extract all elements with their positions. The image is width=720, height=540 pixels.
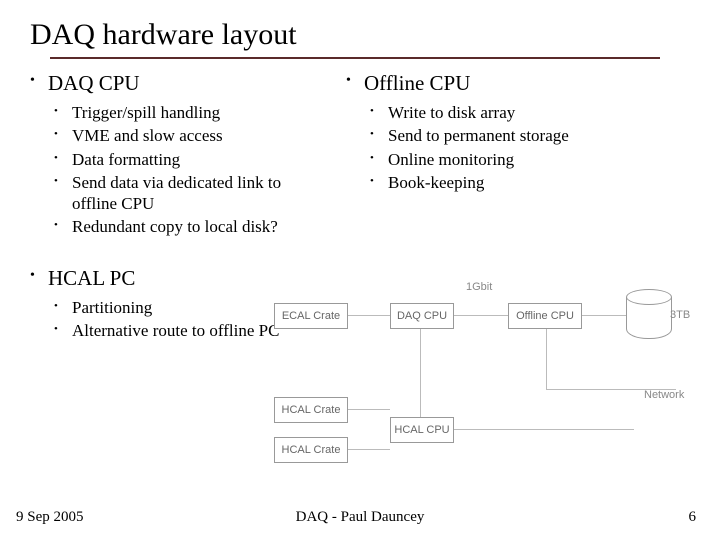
label-network: Network [644,389,684,401]
list-item: Data formatting [72,149,292,170]
footer-date: 9 Sep 2005 [16,509,84,526]
slide-title: DAQ hardware layout [30,18,297,54]
box-hcal-crate-1: HCAL Crate [274,397,348,423]
label-link-speed: 1Gbit [466,281,492,293]
hardware-diagram: ECAL Crate DAQ CPU Offline CPU 3TB 1Gbit… [268,259,698,479]
list-item: Send to permanent storage [388,125,648,146]
heading-daq-cpu: DAQ CPU [48,71,340,96]
box-ecal-crate: ECAL Crate [274,303,348,329]
box-offline-cpu: Offline CPU [508,303,582,329]
label-disk-size: 3TB [670,309,690,321]
list-item: Alternative route to offline PC [72,320,292,341]
list-item: Online monitoring [388,149,648,170]
box-hcal-crate-2: HCAL Crate [274,437,348,463]
slide-footer: 9 Sep 2005 DAQ - Paul Dauncey 6 [0,509,720,526]
list-offline-cpu: Write to disk array Send to permanent st… [364,102,690,193]
list-item: Write to disk array [388,102,648,123]
heading-offline-cpu: Offline CPU [364,71,690,96]
storage-cylinder-icon [626,289,672,339]
box-hcal-cpu: HCAL CPU [390,417,454,443]
list-item: Trigger/spill handling [72,102,292,123]
box-daq-cpu: DAQ CPU [390,303,454,329]
list-daq-cpu: Trigger/spill handling VME and slow acce… [48,102,340,238]
list-item: VME and slow access [72,125,292,146]
list-item: Redundant copy to local disk? [72,216,292,237]
list-item: Book-keeping [388,172,648,193]
list-item: Partitioning [72,297,292,318]
list-item: Send data via dedicated link to offline … [72,172,292,215]
footer-page-number: 6 [689,509,697,526]
footer-center: DAQ - Paul Dauncey [296,509,425,526]
